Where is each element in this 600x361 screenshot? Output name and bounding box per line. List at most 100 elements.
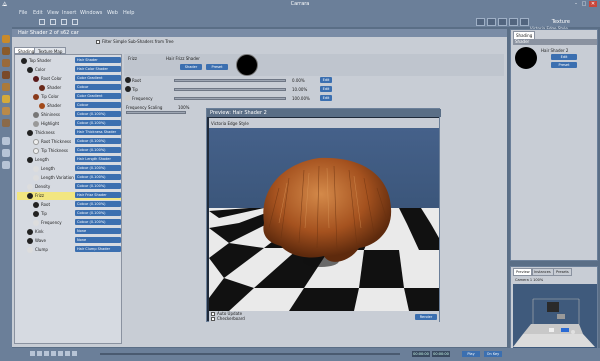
tree-node[interactable]: Frequency Colour (0.100%) bbox=[17, 219, 121, 227]
auto-update-checkbox[interactable] bbox=[211, 312, 215, 316]
tree-node[interactable]: Tip Color Color Gradient bbox=[17, 93, 121, 101]
render-button[interactable]: Render bbox=[415, 314, 437, 320]
timeline-track[interactable] bbox=[100, 353, 400, 355]
tree-dropdown: Hair Color Shader bbox=[75, 66, 121, 72]
tree-node[interactable]: Top Shader Hair Shader bbox=[17, 57, 121, 65]
tree-node[interactable]: Shader Colour bbox=[17, 102, 121, 110]
timecode[interactable]: 00:00:00 bbox=[412, 351, 430, 357]
tree-node[interactable]: Wave None bbox=[17, 237, 121, 245]
tree-node[interactable]: Density Colour (0.100%) bbox=[17, 183, 121, 191]
scale-tool-icon[interactable] bbox=[72, 19, 78, 25]
selection-tool-icon[interactable] bbox=[2, 35, 10, 43]
filter-label: Filter Simple Sub-Shaders from Tree bbox=[102, 39, 174, 44]
tree-node[interactable]: Kink None bbox=[17, 228, 121, 236]
tree-dropdown: Colour (0.100%) bbox=[75, 210, 121, 216]
tree-node[interactable]: Root Color Color Gradient bbox=[17, 75, 121, 83]
tree-node[interactable]: Length Variation Colour (0.100%) bbox=[17, 174, 121, 182]
right-subtab-shader[interactable]: Shader bbox=[513, 39, 597, 45]
param-root-icon bbox=[125, 77, 131, 83]
filter-checkbox[interactable] bbox=[96, 40, 100, 44]
tree-node-selected[interactable]: Frizz Hair Frizz Shader bbox=[17, 192, 121, 200]
minimize-icon[interactable]: – bbox=[572, 1, 580, 7]
param-root-slider[interactable] bbox=[174, 79, 286, 82]
zoom-tool-icon[interactable] bbox=[2, 149, 10, 157]
room-model-icon[interactable] bbox=[487, 18, 496, 26]
play-icon[interactable] bbox=[51, 351, 56, 356]
param-frequency-value[interactable]: 100.00% bbox=[292, 96, 310, 101]
tree-dropdown: Hair Frizz Shader bbox=[75, 192, 121, 198]
menu-view[interactable]: View bbox=[47, 10, 59, 16]
nav-tab-instances[interactable]: Instances bbox=[531, 268, 554, 276]
tree-node[interactable]: Shininess Colour (0.100%) bbox=[17, 111, 121, 119]
tree-node[interactable]: Tip Thickness Colour (0.100%) bbox=[17, 147, 121, 155]
tree-node[interactable]: Root Thickness Colour (0.100%) bbox=[17, 138, 121, 146]
rewind-icon[interactable] bbox=[30, 351, 35, 356]
param-frequency-slider[interactable] bbox=[174, 97, 286, 100]
hand-tool-icon[interactable] bbox=[2, 137, 10, 145]
param-root-edit-button[interactable]: Edit bbox=[320, 77, 332, 83]
header-shader-button[interactable]: Shader bbox=[180, 64, 202, 70]
texture-tool-icon[interactable] bbox=[2, 119, 10, 127]
scene-thumbnail[interactable] bbox=[513, 284, 597, 348]
paint-icon[interactable] bbox=[2, 59, 10, 67]
room-texture-icon[interactable] bbox=[509, 18, 518, 26]
play-mode-button[interactable]: Play bbox=[462, 351, 480, 357]
tab-texture-map[interactable]: Texture Map bbox=[34, 47, 67, 54]
hair-brush-icon[interactable] bbox=[2, 47, 10, 55]
room-storyboard-icon[interactable] bbox=[498, 18, 507, 26]
on-key-button[interactable]: On Key bbox=[484, 351, 502, 357]
room-render-icon[interactable] bbox=[520, 18, 529, 26]
tree-node[interactable]: Root Colour (0.100%) bbox=[17, 201, 121, 209]
right-preset-button[interactable]: Preset bbox=[551, 62, 577, 68]
menu-windows[interactable]: Windows bbox=[80, 10, 102, 16]
tree-node[interactable]: Thickness Hair Thickness Shader bbox=[17, 129, 121, 137]
tree-node[interactable]: Color Hair Color Shader bbox=[17, 66, 121, 74]
magnet-icon[interactable] bbox=[2, 71, 10, 79]
param-tip-edit-button[interactable]: Edit bbox=[320, 86, 332, 92]
tree-node[interactable]: Highlight Colour (0.100%) bbox=[17, 120, 121, 128]
timecode-end[interactable]: 00:00:00 bbox=[432, 351, 450, 357]
tree-dropdown: Colour (0.100%) bbox=[75, 147, 121, 153]
nav-tab-presets[interactable]: Presets bbox=[553, 268, 572, 276]
camera-tool-icon[interactable] bbox=[2, 107, 10, 115]
tree-node[interactable]: Clump Hair Clump Shader bbox=[17, 246, 121, 254]
arrow-tool-icon[interactable] bbox=[39, 19, 45, 25]
loop-icon[interactable] bbox=[72, 351, 77, 356]
param-tip-icon bbox=[125, 86, 131, 92]
param-frequency-edit-button[interactable]: Edit bbox=[320, 95, 332, 101]
fill-icon[interactable] bbox=[2, 83, 10, 91]
tree-dropdown: Colour (0.100%) bbox=[75, 219, 121, 225]
play-back-icon[interactable] bbox=[44, 351, 49, 356]
light-icon[interactable] bbox=[2, 95, 10, 103]
tree-node[interactable]: Shader Colour bbox=[17, 84, 121, 92]
header-preset-button[interactable]: Preset bbox=[206, 64, 228, 70]
tree-dropdown: Colour bbox=[75, 102, 121, 108]
tree-node[interactable]: Length Colour (0.100%) bbox=[17, 165, 121, 173]
freq-scaling-value[interactable]: 100% bbox=[178, 105, 189, 110]
menu-web[interactable]: Web bbox=[107, 10, 118, 16]
maximize-icon[interactable]: □ bbox=[580, 1, 588, 7]
move-tool-icon[interactable] bbox=[50, 19, 56, 25]
view-tool-icon[interactable] bbox=[2, 161, 10, 169]
rotate-tool-icon[interactable] bbox=[61, 19, 67, 25]
menu-edit[interactable]: Edit bbox=[33, 10, 43, 16]
preview-title: Preview: Hair Shader 2 bbox=[207, 109, 441, 117]
room-assemble-icon[interactable] bbox=[476, 18, 485, 26]
right-edit-button[interactable]: Edit bbox=[551, 54, 577, 60]
param-tip-value[interactable]: 10.00% bbox=[292, 87, 307, 92]
param-tip-slider[interactable] bbox=[174, 88, 286, 91]
checkerboard-checkbox[interactable] bbox=[211, 317, 215, 321]
fast-forward-icon[interactable] bbox=[65, 351, 70, 356]
tree-node[interactable]: Length Hair Length Shader bbox=[17, 156, 121, 164]
menu-help[interactable]: Help bbox=[123, 10, 134, 16]
nav-tab-preview[interactable]: Preview bbox=[513, 268, 533, 276]
close-icon[interactable]: ✕ bbox=[589, 1, 597, 7]
prev-frame-icon[interactable] bbox=[37, 351, 42, 356]
preview-viewport[interactable] bbox=[209, 128, 439, 311]
freq-scaling-slider[interactable] bbox=[126, 111, 186, 114]
param-root-value[interactable]: 0.00% bbox=[292, 78, 305, 83]
next-frame-icon[interactable] bbox=[58, 351, 63, 356]
tree-node[interactable]: Tip Colour (0.100%) bbox=[17, 210, 121, 218]
menu-insert[interactable]: Insert bbox=[62, 10, 76, 16]
menu-file[interactable]: File bbox=[19, 10, 27, 16]
